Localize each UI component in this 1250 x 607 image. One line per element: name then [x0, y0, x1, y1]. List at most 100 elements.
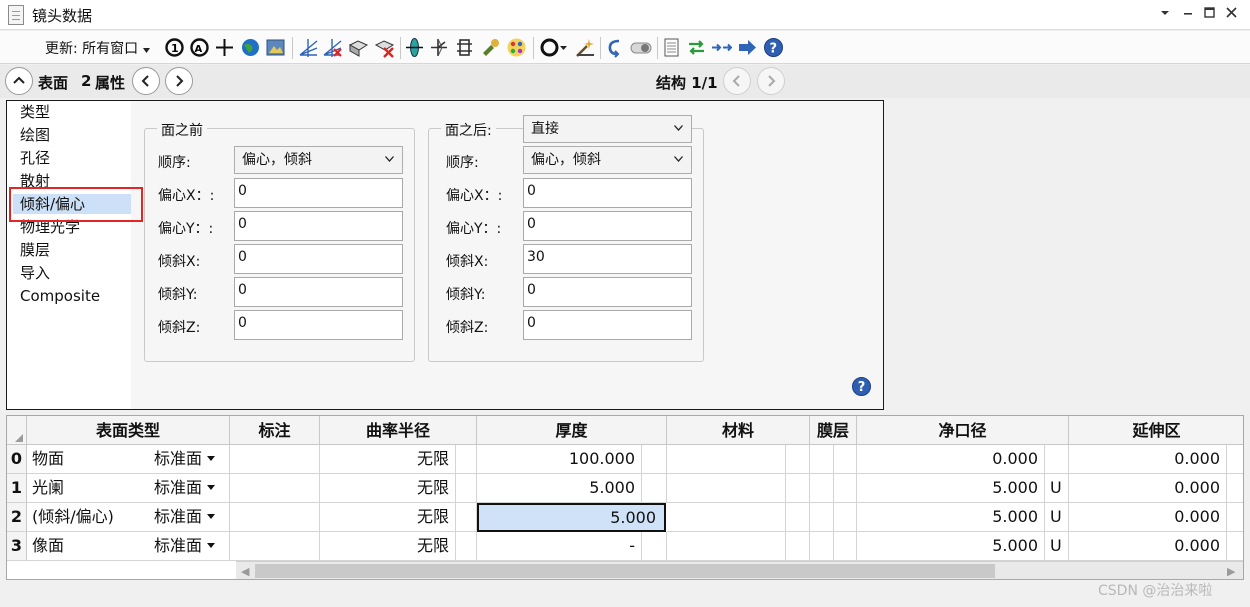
chip-zone-solve-cell[interactable] — [1227, 503, 1243, 532]
horizontal-scrollbar[interactable]: ◀ ▶ — [236, 561, 1243, 579]
maximize-button[interactable] — [1201, 5, 1217, 23]
shaded-delete-icon[interactable] — [374, 37, 395, 58]
swap-icon[interactable] — [686, 37, 707, 58]
surface-type-dropdown[interactable]: 标准面 — [154, 445, 216, 473]
radius-solve-cell[interactable] — [456, 474, 477, 503]
material-cell[interactable] — [667, 474, 786, 503]
after-tilt-y-input[interactable]: 0 — [523, 277, 692, 307]
category-aperture[interactable]: 孔径 — [20, 148, 50, 168]
next-surface-button[interactable] — [165, 67, 193, 95]
column-header-surface-type[interactable]: 表面类型 — [27, 416, 230, 445]
category-composite[interactable]: Composite — [20, 286, 100, 306]
help-icon[interactable]: ? — [763, 37, 784, 58]
chip-zone-cell[interactable]: 0.000 — [1069, 474, 1227, 503]
coating-solve-cell[interactable] — [834, 445, 857, 474]
category-type[interactable]: 类型 — [20, 102, 50, 122]
radius-cell[interactable]: 无限 — [320, 532, 456, 561]
comment-cell[interactable] — [230, 503, 320, 532]
category-coating[interactable]: 膜层 — [20, 240, 50, 260]
material-cell[interactable] — [667, 503, 786, 532]
chip-zone-cell[interactable]: 0.000 — [1069, 503, 1227, 532]
column-header-chip-zone[interactable]: 延伸区 — [1069, 416, 1243, 445]
after-decenter-x-input[interactable]: 0 — [523, 178, 692, 208]
row-index[interactable]: 0 — [7, 445, 27, 474]
column-header-comment[interactable]: 标注 — [230, 416, 320, 445]
collapse-button[interactable] — [5, 67, 33, 95]
column-header-clear-semi-dia[interactable]: 净口径 — [857, 416, 1069, 445]
category-import[interactable]: 导入 — [20, 263, 50, 283]
radius-cell[interactable]: 无限 — [320, 503, 456, 532]
thickness-solve-cell[interactable] — [642, 532, 667, 561]
thickness-solve-cell[interactable] — [642, 474, 667, 503]
minimize-button[interactable] — [1180, 5, 1196, 23]
coating-solve-cell[interactable] — [834, 532, 857, 561]
fan-cross-icon[interactable] — [322, 37, 343, 58]
material-solve-cell[interactable] — [786, 445, 810, 474]
coating-solve-cell[interactable] — [834, 503, 857, 532]
radius-solve-cell[interactable] — [456, 503, 477, 532]
thickness-cell[interactable]: 5.000 — [477, 474, 642, 503]
clear-semi-dia-flag[interactable]: U — [1045, 474, 1069, 503]
chevron-down-icon[interactable] — [1157, 5, 1173, 23]
before-tilt-y-input[interactable]: 0 — [234, 277, 403, 307]
coating-cell[interactable] — [810, 445, 834, 474]
radius-solve-cell[interactable] — [456, 445, 477, 474]
after-decenter-y-input[interactable]: 0 — [523, 211, 692, 241]
crosshair-icon[interactable] — [214, 37, 235, 58]
before-tilt-x-input[interactable]: 0 — [234, 244, 403, 274]
surface-type-dropdown[interactable]: 标准面 — [154, 474, 216, 502]
arrow-right-icon[interactable] — [737, 37, 758, 58]
surface-name-cell[interactable]: 物面 标准面 — [27, 445, 230, 474]
column-header-material[interactable]: 材料 — [667, 416, 810, 445]
coating-solve-cell[interactable] — [834, 474, 857, 503]
column-header-coating[interactable]: 膜层 — [810, 416, 857, 445]
radius-solve-cell[interactable] — [456, 532, 477, 561]
scroll-left-arrow[interactable]: ◀ — [241, 565, 249, 578]
category-draw[interactable]: 绘图 — [20, 125, 50, 145]
chip-zone-solve-cell[interactable] — [1227, 445, 1243, 474]
toggle-icon[interactable] — [629, 37, 653, 58]
column-header-radius[interactable]: 曲率半径 — [320, 416, 477, 445]
ray-icon[interactable] — [429, 37, 450, 58]
clear-semi-dia-flag[interactable] — [1045, 445, 1069, 474]
material-cell[interactable] — [667, 532, 786, 561]
arrows-icon[interactable] — [711, 37, 733, 58]
after-mode-select[interactable]: 直接 — [523, 115, 692, 143]
undo-icon[interactable] — [604, 37, 625, 58]
coating-cell[interactable] — [810, 503, 834, 532]
clear-semi-dia-cell[interactable]: 0.000 — [857, 445, 1045, 474]
close-button[interactable] — [1223, 5, 1239, 23]
clear-semi-dia-cell[interactable]: 5.000 — [857, 474, 1045, 503]
surface-name-cell[interactable]: (倾斜/偏心) 标准面 — [27, 503, 230, 532]
surface-name-cell[interactable]: 光阑 标准面 — [27, 474, 230, 503]
update-dropdown[interactable]: 更新: 所有窗口 — [45, 38, 150, 58]
chip-zone-cell[interactable]: 0.000 — [1069, 532, 1227, 561]
row-index[interactable]: 3 — [7, 532, 27, 561]
prev-surface-button[interactable] — [132, 67, 160, 95]
material-solve-cell[interactable] — [786, 532, 810, 561]
help-icon[interactable]: ? — [852, 377, 871, 396]
thickness-cell[interactable]: - — [477, 532, 642, 561]
clear-semi-dia-flag[interactable]: U — [1045, 532, 1069, 561]
refresh-all-icon[interactable]: A — [189, 37, 210, 58]
coating-cell[interactable] — [810, 474, 834, 503]
material-solve-cell[interactable] — [786, 474, 810, 503]
material-cell[interactable] — [667, 445, 786, 474]
shaded-model-icon[interactable] — [348, 37, 369, 58]
prev-config-button[interactable] — [723, 67, 751, 95]
material-solve-cell[interactable] — [786, 503, 810, 532]
gear-lens-icon[interactable] — [454, 37, 475, 58]
surface-type-dropdown[interactable]: 标准面 — [154, 532, 216, 560]
refresh-icon[interactable]: 1 — [164, 37, 185, 58]
wand-icon[interactable] — [575, 37, 596, 58]
after-tilt-x-input[interactable]: 30 — [523, 244, 692, 274]
comment-cell[interactable] — [230, 532, 320, 561]
before-decenter-y-input[interactable]: 0 — [234, 211, 403, 241]
next-config-button[interactable] — [757, 67, 785, 95]
radius-cell[interactable]: 无限 — [320, 445, 456, 474]
chip-zone-solve-cell[interactable] — [1227, 532, 1243, 561]
after-tilt-z-input[interactable]: 0 — [523, 310, 692, 340]
clear-semi-dia-cell[interactable]: 5.000 — [857, 532, 1045, 561]
lens-icon[interactable] — [404, 37, 425, 58]
column-header-thickness[interactable]: 厚度 — [477, 416, 667, 445]
